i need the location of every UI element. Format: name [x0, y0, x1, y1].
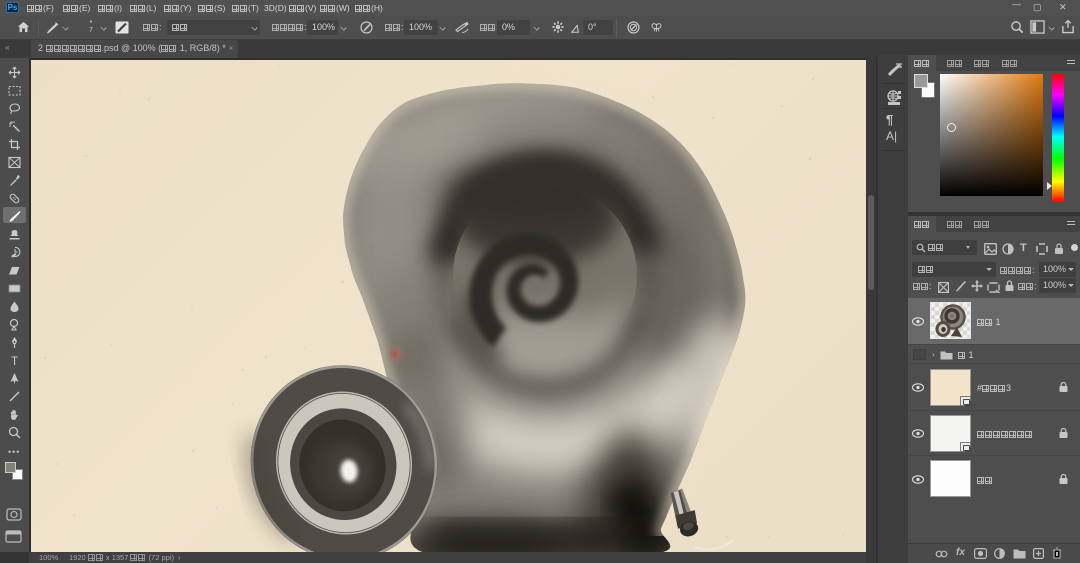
svg-text:T: T: [11, 354, 19, 367]
